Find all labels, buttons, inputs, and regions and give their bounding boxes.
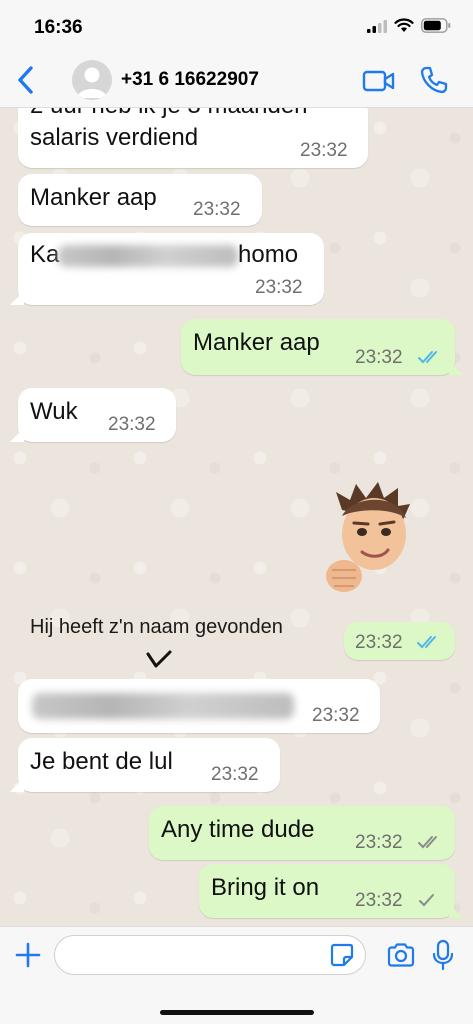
battery-icon [421, 18, 451, 33]
message-time: 23:32 [108, 414, 156, 435]
camera-icon[interactable] [386, 942, 416, 968]
message-incoming[interactable]: Ka homo 23:32 [10, 233, 324, 305]
message-text: Bring it on [211, 874, 320, 901]
delivered-ticks-icon [418, 836, 437, 849]
message-time: 23:32 [355, 347, 403, 368]
message-time: 23:32 [355, 890, 403, 911]
back-chevron-icon[interactable] [12, 64, 40, 96]
sticker-icon[interactable] [329, 942, 355, 968]
input-bar [0, 926, 473, 1024]
annotation-arrow-icon [146, 650, 172, 668]
read-ticks-icon [417, 636, 436, 649]
bubble-tail [449, 904, 463, 918]
message-time: 23:32 [300, 140, 348, 161]
message-text: Je bent de lul [30, 748, 173, 775]
status-bar: 16:36 [0, 0, 473, 52]
avatar-placeholder-icon [77, 67, 107, 98]
status-time: 16:36 [34, 17, 83, 38]
message-outgoing[interactable]: 23:32 [344, 622, 455, 660]
message-time: 23:32 [355, 632, 403, 653]
plus-icon[interactable] [14, 941, 42, 969]
sent-tick-icon [419, 894, 434, 907]
status-icons [367, 18, 451, 33]
bubble-tail [10, 428, 24, 442]
chat-header: +31 6 16622907 [0, 52, 473, 108]
message-outgoing[interactable]: Any time dude 23:32 [149, 806, 455, 860]
message-incoming[interactable]: 2 uur heb ik je 3 maanden salaris verdie… [18, 108, 368, 168]
message-time: 23:32 [211, 764, 259, 785]
video-camera-icon[interactable] [362, 68, 396, 94]
redacted-text [32, 693, 294, 719]
memoji-sticker[interactable] [322, 478, 422, 596]
avatar[interactable] [72, 60, 112, 100]
bubble-tail [10, 291, 24, 305]
home-indicator [160, 1010, 314, 1015]
message-text-start: Ka [30, 241, 60, 268]
annotation-text: Hij heeft z'n naam gevonden [30, 616, 283, 638]
message-outgoing[interactable]: Bring it on 23:32 [199, 864, 463, 918]
wifi-icon [394, 18, 414, 32]
message-time: 23:32 [355, 832, 403, 853]
message-text: Manker aap [193, 329, 320, 356]
message-text: salaris verdiend [30, 124, 199, 151]
signal-icon [367, 19, 387, 33]
message-outgoing[interactable]: Manker aap 23:32 [181, 319, 463, 375]
phone-icon[interactable] [419, 65, 449, 95]
bubble-tail [449, 361, 463, 375]
bubble-tail [10, 778, 24, 792]
message-time: 23:32 [312, 705, 360, 726]
message-text: Wuk [30, 398, 78, 425]
message-text-end: homo [238, 241, 299, 268]
chat-area[interactable]: 2 uur heb ik je 3 maanden salaris verdie… [0, 108, 473, 926]
message-input[interactable] [54, 935, 366, 975]
message-text: Manker aap [30, 184, 157, 211]
message-text-partial: 2 uur heb ik je 3 maanden [30, 108, 308, 120]
contact-name[interactable]: +31 6 16622907 [121, 69, 259, 91]
message-incoming[interactable]: 23:32 [18, 679, 380, 733]
message-incoming[interactable]: Manker aap 23:32 [18, 174, 262, 226]
message-time: 23:32 [255, 277, 303, 298]
microphone-icon[interactable] [432, 939, 454, 971]
message-incoming[interactable]: Wuk 23:32 [10, 388, 176, 442]
read-ticks-icon [418, 351, 437, 364]
redacted-name [58, 245, 238, 267]
message-incoming[interactable]: Je bent de lul 23:32 [10, 738, 280, 792]
message-text: Any time dude [161, 816, 315, 843]
message-time: 23:32 [193, 199, 241, 220]
